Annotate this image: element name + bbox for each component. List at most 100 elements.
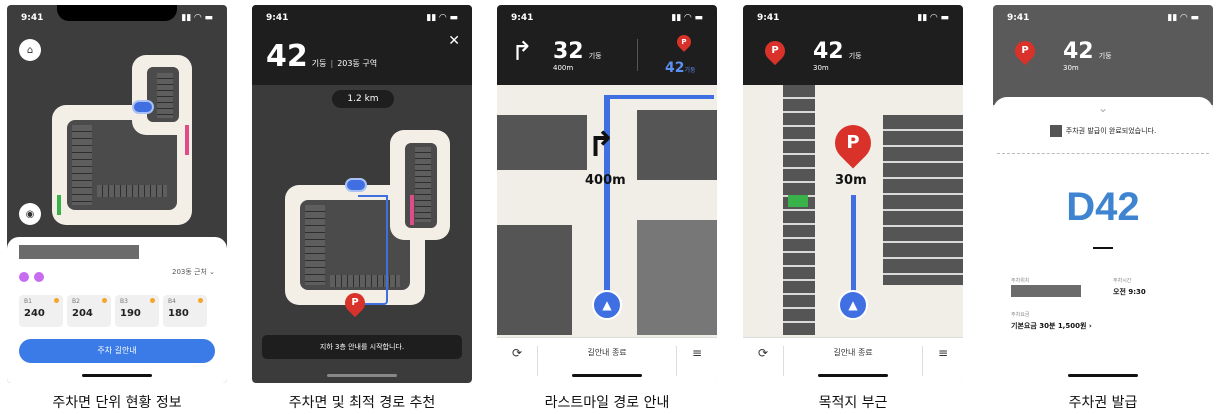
badge-icons (19, 267, 45, 286)
status-dot (150, 298, 155, 303)
ev-icon (19, 272, 29, 282)
slot-number: 42 (266, 39, 308, 74)
destination-map: P 30m ▲ (743, 85, 963, 337)
status-bar: 9:41 ▮▮ ◠ ▬ (252, 5, 472, 27)
chevron-down-icon: ⌄ (209, 268, 215, 276)
start-guide-button[interactable]: 주차 길안내 (19, 339, 215, 363)
menu-icon[interactable]: ≡ (677, 346, 717, 360)
chevron-down-icon[interactable]: ⌄ (993, 101, 1213, 115)
disabled-icon (34, 272, 45, 282)
caption-4: 목적지 부근 (818, 395, 888, 411)
guide-toast: 지하 3층 안내를 시작합니다. (262, 335, 462, 359)
home-indicator (818, 374, 888, 377)
refresh-icon[interactable]: ⟳ (743, 346, 783, 360)
signal-icons: ▮▮ ◠ ▬ (671, 13, 703, 23)
header: 9:41 ▮▮ ◠ ▬ P 42 기둥 30m (993, 5, 1213, 105)
header-divider (637, 39, 638, 71)
floor-card-b4[interactable]: B4 180 (163, 295, 207, 327)
spot-underline (1093, 247, 1113, 249)
ticket-icon (1049, 125, 1062, 137)
location-value (1011, 285, 1081, 297)
zone-label: 203동 구역 (337, 59, 378, 68)
near-location[interactable]: 203동 근처 ⌄ (172, 267, 215, 277)
end-guide-button[interactable]: 길안내 종료 (783, 346, 923, 376)
home-indicator (572, 374, 642, 377)
ticket-sheet: ⌄ 주차권 발급이 완료되었습니다. D42 주차위치 주차시간 오전 9:30… (993, 97, 1213, 383)
status-dot (54, 298, 59, 303)
floor-card-b1[interactable]: B1 240 (19, 295, 63, 327)
status-time: 9:41 (1007, 13, 1030, 23)
next-unit: 기둥 (588, 52, 602, 60)
fee-value[interactable]: 기본요금 30분 1,500원 › (1011, 321, 1092, 331)
route-line (851, 195, 856, 295)
nav-arrow-icon: ▲ (592, 290, 622, 320)
destination-pin-icon: P (827, 117, 879, 169)
next-pillar: 32 (553, 39, 584, 64)
fee-label: 주차요금 (1011, 312, 1030, 318)
floor-name: B4 (168, 298, 176, 305)
next-distance: 400m (553, 64, 574, 72)
map-distance: 30m (835, 173, 867, 188)
slot-unit: 기둥 (311, 59, 327, 68)
nav-arrow-icon: ▲ (838, 290, 868, 320)
close-icon[interactable]: ✕ (448, 33, 460, 49)
caption-5: 주차권 발급 (1068, 395, 1138, 411)
status-bar: 9:41 ▮▮ ◠ ▬ (993, 5, 1213, 27)
pillar-number: 42 (1063, 39, 1094, 64)
floor-count: 180 (168, 308, 189, 319)
status-bar: 9:41 ▮▮ ◠ ▬ (743, 5, 963, 27)
location-label: 주차위치 (1011, 278, 1030, 284)
floor-name: B2 (72, 298, 80, 305)
status-time: 9:41 (757, 13, 780, 23)
floor-count: 240 (24, 308, 45, 319)
parking-spot: D42 (1066, 185, 1140, 229)
end-guide-button[interactable]: 길안내 종료 (537, 346, 677, 376)
pillar-unit: 기둥 (848, 52, 862, 60)
status-time: 9:41 (21, 13, 44, 23)
home-indicator (82, 374, 152, 377)
menu-icon[interactable]: ≡ (923, 346, 963, 360)
floor-card-b3[interactable]: B3 190 (115, 295, 159, 327)
car-marker-icon (345, 178, 367, 192)
car-marker-icon (132, 100, 154, 114)
parking-map: P (270, 115, 460, 325)
signal-icons: ▮▮ ◠ ▬ (181, 13, 213, 23)
header: 9:41 ▮▮ ◠ ▬ 42 기둥 | 203동 구역 ✕ (252, 5, 472, 85)
status-dot (198, 298, 203, 303)
pillar-number: 42 (813, 39, 844, 64)
dest-pillar: 42 (665, 60, 685, 76)
status-bar: 9:41 ▮▮ ◠ ▬ (497, 5, 717, 27)
issued-message: 주차권 발급이 완료되었습니다. (1065, 127, 1157, 135)
header: 9:41 ▮▮ ◠ ▬ P 42 기둥 30m (743, 5, 963, 85)
locate-icon[interactable]: ◉ (19, 203, 41, 225)
parking-pin-icon: P (760, 36, 790, 66)
parking-pin-icon: P (340, 288, 370, 318)
status-time: 9:41 (266, 13, 289, 23)
floor-card-b2[interactable]: B2 204 (67, 295, 111, 327)
home-indicator (1068, 374, 1138, 377)
floor-name: B1 (24, 298, 32, 305)
redacted-title (19, 245, 139, 259)
turn-right-icon: ↱ (587, 125, 616, 165)
screen-parking-status: 9:41 ▮▮ ◠ ▬ ⌂ ◉ 203동 근처 ⌄ B1 240 B2 204 B3 1… (7, 5, 227, 383)
status-dot (102, 298, 107, 303)
home-icon[interactable]: ⌂ (19, 39, 41, 61)
map-distance: 400m (585, 173, 626, 188)
distance: 30m (813, 64, 829, 72)
floor-count: 204 (72, 308, 93, 319)
distance: 30m (1063, 64, 1079, 72)
screen-lastmile: 9:41 ▮▮ ◠ ▬ ↱ 32 기둥 400m P 42기둥 ↱ 400m ▲ … (497, 5, 717, 383)
caption-2: 주차면 및 최적 경로 추천 (288, 395, 436, 411)
signal-icons: ▮▮ ◠ ▬ (1167, 13, 1199, 23)
screen-route-recommend: 9:41 ▮▮ ◠ ▬ 42 기둥 | 203동 구역 ✕ 1.2 km P 지하… (252, 5, 472, 383)
status-time: 9:41 (511, 13, 534, 23)
signal-icons: ▮▮ ◠ ▬ (426, 13, 458, 23)
route-line (604, 95, 714, 99)
floor-count: 190 (120, 308, 141, 319)
ticket-divider (997, 153, 1209, 154)
refresh-icon[interactable]: ⟳ (497, 346, 537, 360)
caption-1: 주차면 단위 현황 정보 (52, 395, 182, 411)
screen-near-destination: 9:41 ▮▮ ◠ ▬ P 42 기둥 30m P 30m ▲ ⟳ 길안내 종료 … (743, 5, 963, 383)
pillar-unit: 기둥 (1098, 52, 1112, 60)
header: 9:41 ▮▮ ◠ ▬ ↱ 32 기둥 400m P 42기둥 (497, 5, 717, 85)
